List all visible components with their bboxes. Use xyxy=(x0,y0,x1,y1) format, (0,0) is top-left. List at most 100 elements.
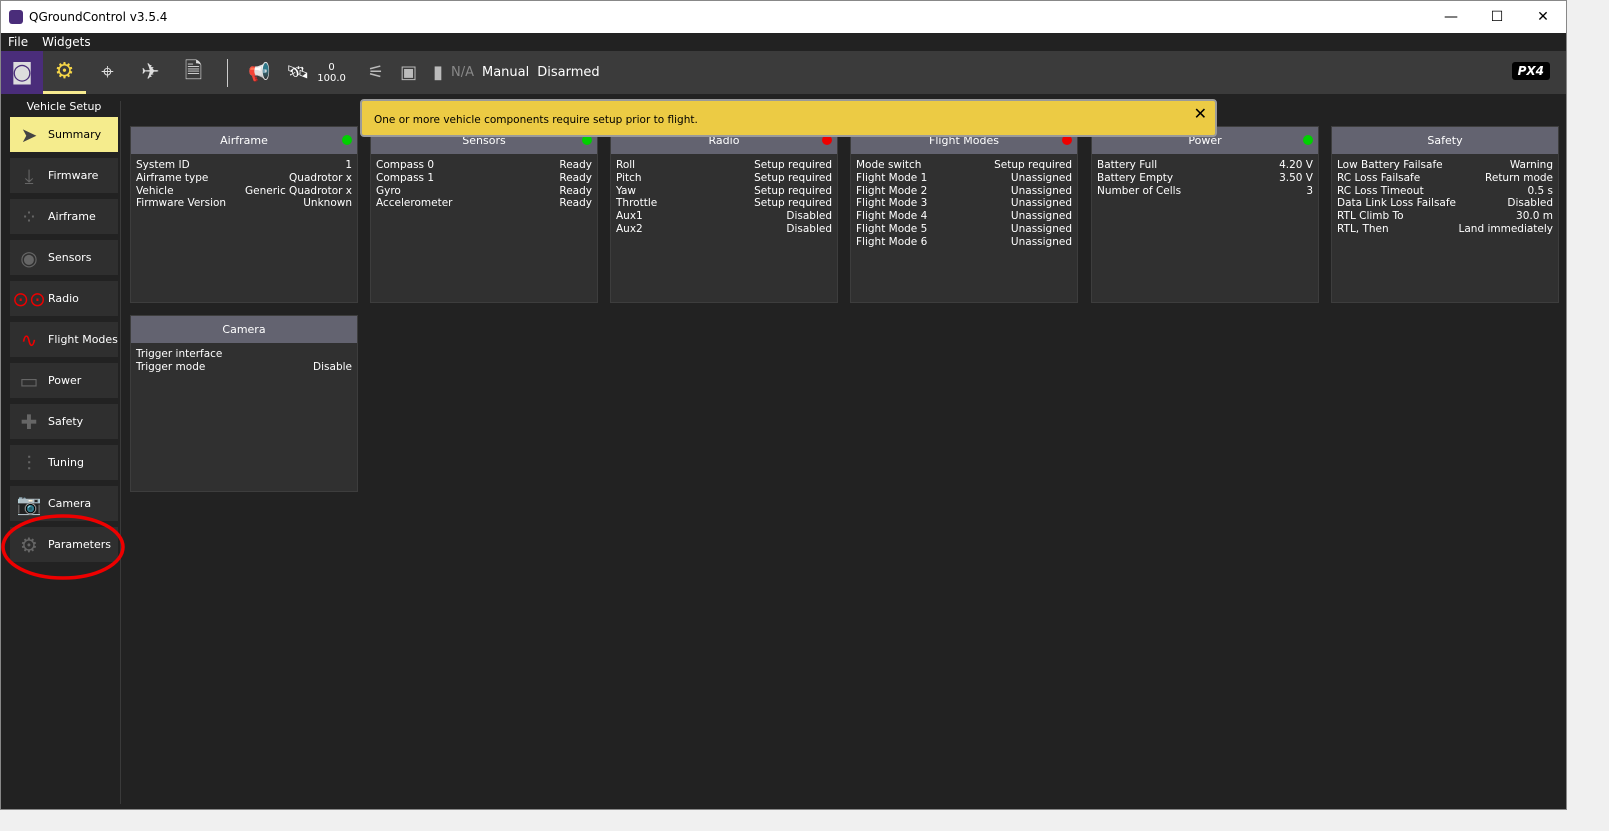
card-power[interactable]: Power Battery Full 4.20 V Battery Empty 3.50… xyxy=(1091,126,1319,303)
row-label: Compass 0 xyxy=(376,159,435,171)
maximize-button[interactable]: ☐ xyxy=(1474,9,1520,25)
satellite-icon[interactable]: 🛰 xyxy=(286,62,309,83)
sidebar-item-safety[interactable]: ✚ Safety xyxy=(10,404,118,439)
menu-bar: File Widgets xyxy=(1,33,1566,51)
card-title: Airframe xyxy=(220,134,268,147)
row-value: Ready xyxy=(559,184,592,197)
row-label: Aux1 xyxy=(616,210,643,223)
row-value: Generic Quadrotor x xyxy=(245,184,352,197)
card-sensors[interactable]: Sensors Compass 0 Ready Compass 1 Ready Gyro R… xyxy=(370,126,598,303)
row-value: Unassigned xyxy=(1010,197,1072,210)
row-label: Flight Mode 3 xyxy=(856,197,928,210)
card-row: Data Link Loss Failsafe Disabled xyxy=(1337,197,1553,210)
gps-status[interactable]: 0 100.0 xyxy=(317,62,346,84)
card-row: Yaw Setup required xyxy=(616,185,832,198)
analyze-document-icon[interactable]: 🗎 xyxy=(172,51,215,94)
row-value: Unassigned xyxy=(1010,235,1072,248)
sidebar-item-power[interactable]: ▭ Power xyxy=(10,363,118,398)
row-value: Disabled xyxy=(786,222,832,235)
row-value: Disabled xyxy=(786,210,832,223)
sidebar-item-camera[interactable]: 📷 Camera xyxy=(10,486,118,521)
card-airframe[interactable]: Airframe System ID 1 Airframe type Quadrotor… xyxy=(130,126,358,303)
banner-text: One or more vehicle components require s… xyxy=(374,114,698,126)
battery-icon[interactable]: ▮ xyxy=(433,62,443,83)
row-value: Ready xyxy=(559,197,592,210)
menu-widgets[interactable]: Widgets xyxy=(35,35,98,49)
row-label: Number of Cells xyxy=(1097,184,1182,197)
arm-state[interactable]: Disarmed xyxy=(537,65,599,80)
row-value: 3 xyxy=(1306,184,1313,197)
row-value: Disable xyxy=(313,360,352,373)
row-label: Flight Mode 5 xyxy=(856,222,928,235)
card-row: System ID 1 xyxy=(136,159,352,172)
flight-mode-selector[interactable]: Manual xyxy=(482,65,529,80)
sidebar-item-summary[interactable]: ➤ Summary xyxy=(10,117,118,152)
card-row: Battery Empty 3.50 V xyxy=(1097,172,1313,185)
row-label: Vehicle xyxy=(136,184,174,197)
card-row: Battery Full 4.20 V xyxy=(1097,159,1313,172)
card-radio[interactable]: Radio Roll Setup required Pitch Setup requir… xyxy=(610,126,838,303)
vehicle-setup-gears-icon[interactable]: ⚙ xyxy=(43,51,86,94)
card-safety[interactable]: Safety Low Battery Failsafe Warning RC Loss… xyxy=(1331,126,1559,303)
sidebar-item-label: Camera xyxy=(48,497,92,510)
camera-icon: 📷 xyxy=(16,491,42,516)
megaphone-icon[interactable]: 📢 xyxy=(248,62,270,83)
sensors-icon: ◉ xyxy=(20,245,38,270)
setup-warning-banner: One or more vehicle components require s… xyxy=(360,99,1217,137)
sidebar-item-radio[interactable]: ⊙⊙ Radio xyxy=(10,281,118,316)
menu-file[interactable]: File xyxy=(1,35,35,49)
app-window: QGroundControl v3.5.4 — ☐ ✕ File Widgets… xyxy=(0,0,1567,810)
row-label: Gyro xyxy=(376,184,401,197)
sidebar-item-label: Parameters xyxy=(48,538,111,551)
rc-rssi-icon[interactable]: ▣ xyxy=(400,62,417,83)
banner-close-icon[interactable]: ✕ xyxy=(1194,101,1207,127)
telemetry-rssi-icon[interactable]: ⚟ xyxy=(368,62,384,83)
row-label: Trigger interface xyxy=(136,348,223,360)
sidebar-item-airframe[interactable]: ⁘ Airframe xyxy=(10,199,118,234)
minimize-button[interactable]: — xyxy=(1428,9,1474,25)
row-label: Battery Empty xyxy=(1097,171,1174,184)
plan-view-icon[interactable]: ⌖ xyxy=(86,51,129,94)
row-value: Setup required xyxy=(754,184,832,197)
title-bar: QGroundControl v3.5.4 — ☐ ✕ xyxy=(1,1,1566,33)
row-label: Flight Mode 4 xyxy=(856,210,928,223)
card-row: RC Loss Failsafe Return mode xyxy=(1337,172,1553,185)
card-row: RTL, Then Land immediately xyxy=(1337,223,1553,236)
row-value: Setup required xyxy=(754,171,832,184)
card-header: Airframe xyxy=(131,127,357,154)
sidebar-item-parameters[interactable]: ⚙ Parameters xyxy=(10,527,118,562)
row-label: Trigger mode xyxy=(136,360,206,373)
gps-hdop: 100.0 xyxy=(317,72,346,84)
sidebar-item-firmware[interactable]: ⤓ Firmware xyxy=(10,158,118,193)
card-row: Trigger mode Disable xyxy=(136,361,352,374)
close-button[interactable]: ✕ xyxy=(1520,9,1566,25)
sidebar-item-label: Radio xyxy=(48,292,79,305)
row-value: Quadrotor x xyxy=(289,171,352,184)
card-flight-modes[interactable]: Flight Modes Mode switch Setup required Fli… xyxy=(850,126,1078,303)
fly-view-paper-plane-icon[interactable]: ✈ xyxy=(129,51,172,94)
card-camera[interactable]: Camera Trigger interface Trigger mode Disab… xyxy=(130,315,358,492)
row-label: Aux2 xyxy=(616,222,643,235)
card-row: RC Loss Timeout 0.5 s xyxy=(1337,185,1553,198)
airframe-icon: ⁘ xyxy=(20,204,38,229)
card-header: Safety xyxy=(1332,127,1558,154)
row-value: Unassigned xyxy=(1010,171,1072,184)
sidebar-item-tuning[interactable]: ⫶ Tuning xyxy=(10,445,118,480)
row-value: Unassigned xyxy=(1010,222,1072,235)
row-label: Flight Mode 6 xyxy=(856,235,928,248)
sidebar-item-label: Flight Modes xyxy=(48,333,118,346)
qgc-logo-button[interactable]: ◙ xyxy=(1,51,43,94)
card-row: Flight Mode 2 Unassigned xyxy=(856,185,1072,198)
row-label: Compass 1 xyxy=(376,171,435,184)
sidebar-item-label: Airframe xyxy=(48,210,96,223)
toolbar: ◙ ⚙ ⌖ ✈ 🗎 📢 🛰 0 100.0 ⚟ ▣ ▮ N/A Manual Di… xyxy=(1,51,1566,94)
toolbar-divider xyxy=(227,58,228,87)
app-icon xyxy=(9,10,23,24)
card-row: Accelerometer Ready xyxy=(376,197,592,210)
card-row: Compass 1 Ready xyxy=(376,172,592,185)
sidebar-item-sensors[interactable]: ◉ Sensors xyxy=(10,240,118,275)
row-value: Setup required xyxy=(754,159,832,171)
battery-value: N/A xyxy=(450,65,474,80)
sidebar-item-flight-modes[interactable]: ∿ Flight Modes xyxy=(10,322,118,357)
card-row: Pitch Setup required xyxy=(616,172,832,185)
